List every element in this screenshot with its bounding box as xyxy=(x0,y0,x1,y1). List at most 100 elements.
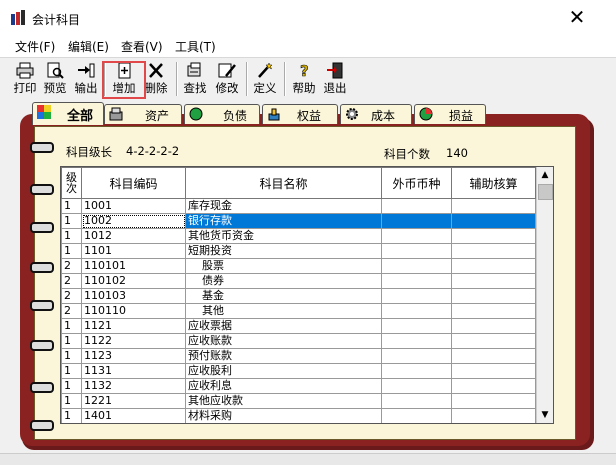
close-button[interactable]: ✕ xyxy=(566,6,588,28)
table-row[interactable]: 1 1012 其他货币资金 xyxy=(61,228,536,244)
cell-code[interactable]: 1001 xyxy=(81,198,186,214)
cell-name[interactable]: 应收利息 xyxy=(185,378,382,394)
cell-code[interactable]: 1012 xyxy=(81,228,186,244)
define-button[interactable]: 定义 xyxy=(250,61,280,98)
header-name[interactable]: 科目名称 xyxy=(185,167,382,199)
cell-code[interactable]: 110110 xyxy=(81,303,186,319)
menu-tools[interactable]: 工具(T) xyxy=(175,38,216,55)
cell-name[interactable]: 应收账款 xyxy=(185,333,382,349)
cell-level[interactable]: 1 xyxy=(61,333,82,349)
cell-currency[interactable] xyxy=(381,213,452,229)
cell-name[interactable]: 应收股利 xyxy=(185,363,382,379)
header-aux[interactable]: 辅助核算 xyxy=(451,167,536,199)
cell-code[interactable]: 110103 xyxy=(81,288,186,304)
cell-aux[interactable] xyxy=(451,213,536,229)
cell-currency[interactable] xyxy=(381,288,452,304)
cell-name[interactable]: 股票 xyxy=(185,258,382,274)
cell-name[interactable]: 其他 xyxy=(185,303,382,319)
cell-aux[interactable] xyxy=(451,393,536,409)
cell-aux[interactable] xyxy=(451,333,536,349)
cell-aux[interactable] xyxy=(451,258,536,274)
cell-code[interactable]: 110101 xyxy=(81,258,186,274)
cell-currency[interactable] xyxy=(381,228,452,244)
cell-name[interactable]: 材料采购 xyxy=(185,408,382,423)
header-level[interactable]: 级次 xyxy=(61,167,82,199)
cell-currency[interactable] xyxy=(381,273,452,289)
header-currency[interactable]: 外币币种 xyxy=(381,167,452,199)
menu-view[interactable]: 查看(V) xyxy=(121,38,163,55)
scroll-thumb[interactable] xyxy=(538,184,553,200)
cell-aux[interactable] xyxy=(451,363,536,379)
menu-edit[interactable]: 编辑(E) xyxy=(68,38,109,55)
cell-name[interactable]: 短期投资 xyxy=(185,243,382,259)
cell-level[interactable]: 1 xyxy=(61,363,82,379)
cell-currency[interactable] xyxy=(381,198,452,214)
cell-name[interactable]: 基金 xyxy=(185,288,382,304)
table-row[interactable]: 1 1131 应收股利 xyxy=(61,363,536,379)
accounts-grid[interactable]: 级次 科目编码 科目名称 外币币种 辅助核算 1 1001 库存现金 1 1002 银行存… xyxy=(60,166,554,424)
cell-aux[interactable] xyxy=(451,378,536,394)
cell-name[interactable]: 预付账款 xyxy=(185,348,382,364)
table-row[interactable]: 2 110110 其他 xyxy=(61,303,536,319)
horizontal-scrollbar[interactable] xyxy=(0,453,616,465)
cell-name[interactable]: 库存现金 xyxy=(185,198,382,214)
tab-profit-loss[interactable]: 损益 xyxy=(414,104,486,124)
table-row[interactable]: 2 110103 基金 xyxy=(61,288,536,304)
cell-level[interactable]: 1 xyxy=(61,408,82,423)
cell-level[interactable]: 2 xyxy=(61,288,82,304)
cell-currency[interactable] xyxy=(381,393,452,409)
cell-level[interactable]: 2 xyxy=(61,258,82,274)
menu-file[interactable]: 文件(F) xyxy=(15,38,55,55)
cell-aux[interactable] xyxy=(451,198,536,214)
cell-level[interactable]: 1 xyxy=(61,243,82,259)
table-row[interactable]: 2 110101 股票 xyxy=(61,258,536,274)
delete-button[interactable]: 删除 xyxy=(141,61,171,98)
cell-code[interactable]: 110102 xyxy=(81,273,186,289)
cell-code[interactable]: 1002 xyxy=(81,213,186,229)
cell-level[interactable]: 1 xyxy=(61,198,82,214)
table-row[interactable]: 1 1123 预付账款 xyxy=(61,348,536,364)
cell-level[interactable]: 1 xyxy=(61,318,82,334)
cell-currency[interactable] xyxy=(381,258,452,274)
find-button[interactable]: 查找 xyxy=(180,61,210,98)
tab-cost[interactable]: 成本 xyxy=(340,104,412,124)
cell-level[interactable]: 1 xyxy=(61,378,82,394)
table-row[interactable]: 1 1121 应收票据 xyxy=(61,318,536,334)
cell-aux[interactable] xyxy=(451,318,536,334)
cell-currency[interactable] xyxy=(381,363,452,379)
cell-name[interactable]: 其他货币资金 xyxy=(185,228,382,244)
tab-all[interactable]: 全部 xyxy=(32,102,104,125)
scroll-up-icon[interactable]: ▲ xyxy=(537,167,553,183)
cell-aux[interactable] xyxy=(451,273,536,289)
cell-level[interactable]: 1 xyxy=(61,228,82,244)
cell-code[interactable]: 1221 xyxy=(81,393,186,409)
cell-currency[interactable] xyxy=(381,378,452,394)
modify-button[interactable]: 修改 xyxy=(212,61,242,98)
cell-code[interactable]: 1101 xyxy=(81,243,186,259)
cell-currency[interactable] xyxy=(381,243,452,259)
header-code[interactable]: 科目编码 xyxy=(81,167,186,199)
vertical-scrollbar[interactable]: ▲ ▼ xyxy=(536,167,553,423)
cell-aux[interactable] xyxy=(451,228,536,244)
tab-liabilities[interactable]: 负债 xyxy=(184,104,260,124)
cell-code[interactable]: 1132 xyxy=(81,378,186,394)
add-button[interactable]: 增加 xyxy=(109,61,139,98)
table-row[interactable]: 1 1221 其他应收款 xyxy=(61,393,536,409)
cell-aux[interactable] xyxy=(451,288,536,304)
table-row[interactable]: 1 1401 材料采购 xyxy=(61,408,536,423)
cell-code[interactable]: 1122 xyxy=(81,333,186,349)
table-row[interactable]: 1 1122 应收账款 xyxy=(61,333,536,349)
cell-name[interactable]: 应收票据 xyxy=(185,318,382,334)
cell-level[interactable]: 1 xyxy=(61,213,82,229)
scroll-down-icon[interactable]: ▼ xyxy=(537,407,553,423)
cell-currency[interactable] xyxy=(381,333,452,349)
cell-currency[interactable] xyxy=(381,318,452,334)
cell-code[interactable]: 1121 xyxy=(81,318,186,334)
help-button[interactable]: ? 帮助 xyxy=(289,61,319,98)
cell-code[interactable]: 1123 xyxy=(81,348,186,364)
exit-button[interactable]: 退出 xyxy=(320,61,350,98)
cell-level[interactable]: 1 xyxy=(61,393,82,409)
cell-code[interactable]: 1401 xyxy=(81,408,186,423)
cell-level[interactable]: 1 xyxy=(61,348,82,364)
preview-button[interactable]: 预览 xyxy=(40,61,70,98)
